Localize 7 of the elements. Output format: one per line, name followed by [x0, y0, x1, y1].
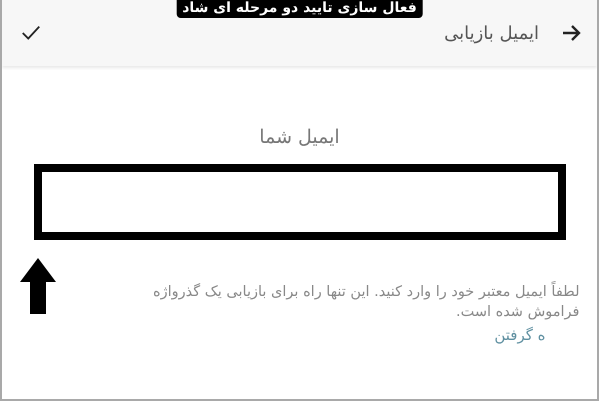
- screen-title: ایمیل بازیابی: [444, 22, 539, 44]
- help-text: لطفاً ایمیل معتبر خود را وارد کنید. این تنها راه برای بازیابی یک گذرواژه فراموش شده است.: [124, 282, 580, 322]
- skip-link[interactable]: ه گرفتن: [494, 326, 546, 344]
- up-arrow-icon: [20, 258, 56, 314]
- field-label: ایمیل شما: [259, 126, 340, 148]
- email-field[interactable]: [34, 164, 566, 240]
- caption-overlay: فعال سازی تایید دو مرحله ای شاد: [176, 0, 423, 18]
